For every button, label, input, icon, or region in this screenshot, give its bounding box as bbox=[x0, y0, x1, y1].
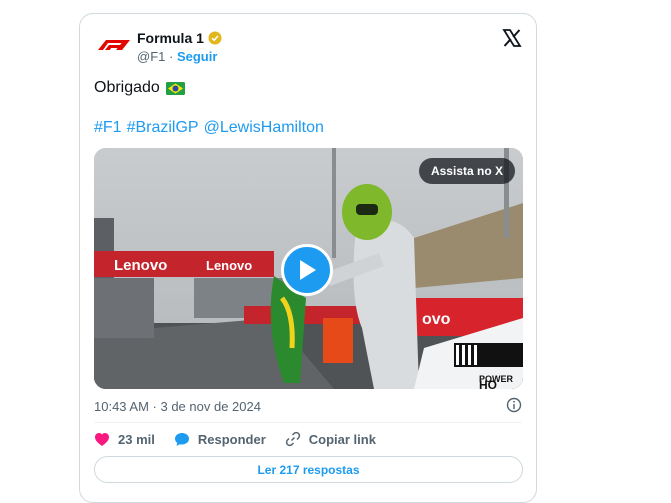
tweet-text: Obrigado bbox=[94, 79, 185, 97]
x-logo-icon[interactable] bbox=[502, 28, 522, 48]
watch-on-x-button[interactable]: Assista no X bbox=[418, 158, 515, 184]
banner-text-1: Lenovo bbox=[114, 257, 167, 274]
timestamp[interactable]: 10:43 AM · 3 de nov de 2024 bbox=[94, 399, 261, 414]
banner-text-2: Lenovo bbox=[206, 258, 252, 273]
car-text-2: HO bbox=[479, 378, 497, 389]
separator: · bbox=[169, 49, 174, 64]
tweet-text-body: Obrigado bbox=[94, 79, 160, 96]
follow-button[interactable]: Seguir bbox=[177, 49, 217, 64]
info-icon[interactable] bbox=[506, 397, 522, 413]
mention-lewishamilton[interactable]: @LewisHamilton bbox=[204, 119, 324, 137]
author-name[interactable]: Formula 1 bbox=[137, 30, 204, 46]
author-row: Formula 1 bbox=[137, 30, 222, 46]
author-handle[interactable]: @F1 bbox=[137, 49, 165, 64]
play-button[interactable] bbox=[281, 244, 333, 296]
brazil-flag-icon bbox=[165, 81, 185, 95]
f1-logo[interactable] bbox=[96, 34, 132, 56]
like-button[interactable]: 23 mil bbox=[94, 432, 155, 447]
heart-icon bbox=[95, 432, 109, 446]
handle-row: @F1 · Seguir bbox=[137, 49, 217, 64]
hashtag-brazilgp[interactable]: #BrazilGP bbox=[127, 119, 199, 137]
hashtag-row: #F1 #BrazilGP @LewisHamilton bbox=[94, 119, 324, 137]
copy-link-label: Copiar link bbox=[308, 431, 376, 447]
action-bar: 23 mil Responder Copiar link bbox=[94, 431, 395, 447]
reply-bubble-icon bbox=[174, 432, 189, 446]
like-count: 23 mil bbox=[118, 431, 155, 447]
play-icon bbox=[300, 260, 316, 280]
hashtag-f1[interactable]: #F1 bbox=[94, 119, 122, 137]
divider bbox=[94, 422, 522, 423]
link-icon bbox=[285, 431, 300, 447]
banner-text-3: ovo bbox=[422, 311, 451, 328]
tweet-card[interactable]: Formula 1 @F1 · Seguir Obrigado #F1 #Bra… bbox=[79, 13, 537, 503]
copy-link-button[interactable]: Copiar link bbox=[285, 431, 376, 447]
read-replies-button[interactable]: Ler 217 respostas bbox=[94, 456, 523, 483]
reply-button[interactable]: Responder bbox=[174, 432, 266, 447]
reply-label: Responder bbox=[197, 431, 266, 447]
verified-badge-icon bbox=[208, 31, 222, 45]
video-player[interactable]: Lenovo Lenovo ovo POWER HO Assista no X bbox=[94, 148, 523, 389]
